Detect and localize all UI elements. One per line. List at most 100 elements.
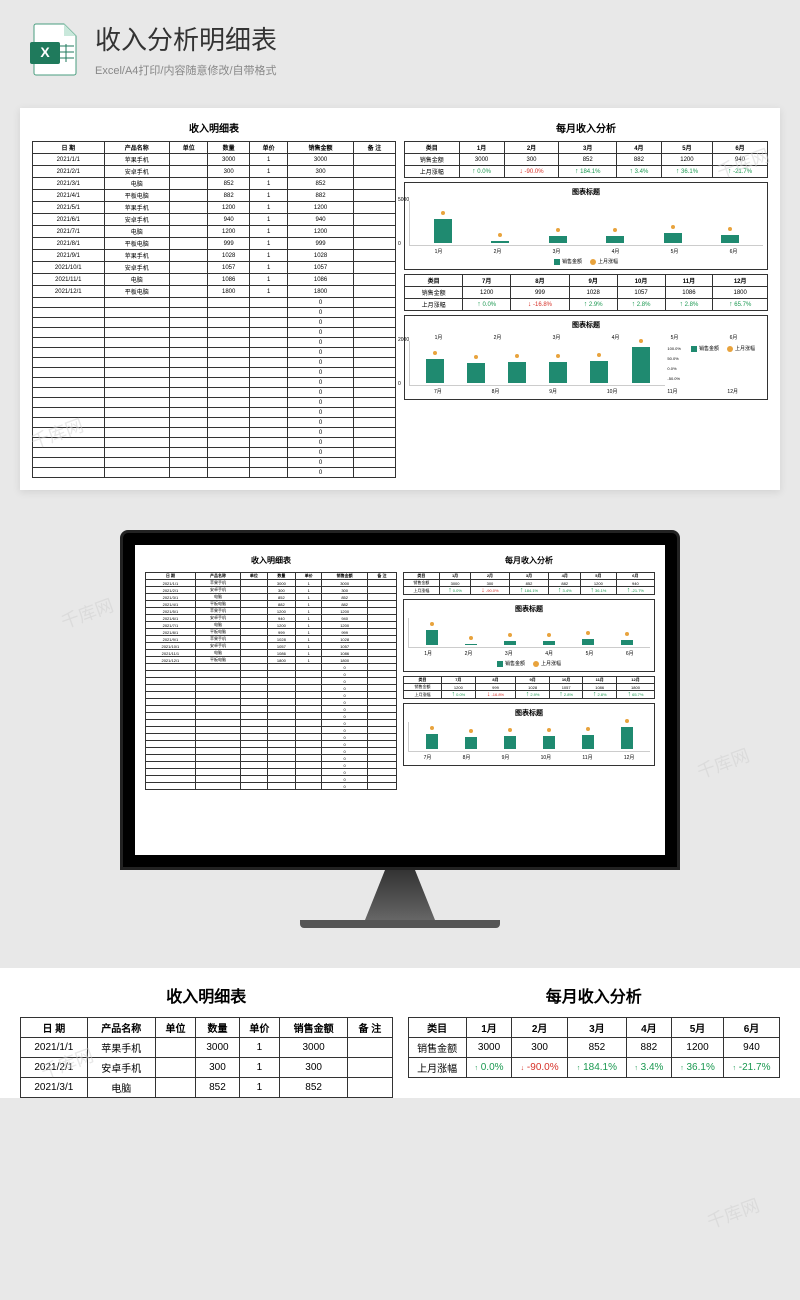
- column-header: 备 注: [348, 1018, 392, 1038]
- row-label: 上月涨幅: [404, 587, 440, 595]
- preview-top: 收入明细表 日 期产品名称单位数量单价销售金额备 注2021/1/1苹果手机30…: [20, 108, 780, 490]
- cell: 940: [713, 154, 768, 166]
- row-label: 上月涨幅: [408, 1058, 466, 1078]
- column-header: 4月: [549, 573, 581, 580]
- table-row: 0: [146, 748, 397, 755]
- cell: ↑ 184.1%: [559, 166, 616, 178]
- cell: ↑ -21.7%: [724, 1058, 780, 1078]
- column-header: 11月: [665, 275, 713, 287]
- column-header: 类目: [404, 677, 442, 684]
- cell: 852: [559, 154, 616, 166]
- column-header: 产品名称: [104, 142, 170, 154]
- column-header: 6月: [616, 573, 654, 580]
- chart-dot: [547, 728, 551, 732]
- table-row: 0: [33, 338, 396, 348]
- detail-table: 日 期产品名称单位数量单价销售金额备 注2021/1/1苹果手机30001300…: [20, 1017, 393, 1098]
- chart-label: 3月: [553, 334, 561, 341]
- chart-label: 1月: [435, 334, 443, 341]
- axis-label: 100.0%: [667, 346, 681, 351]
- column-header: 单位: [241, 573, 267, 580]
- chart-bar: [465, 644, 477, 646]
- table-row: 2021/1/1苹果手机300013000: [33, 154, 396, 166]
- cell: ↓ -90.0%: [512, 1058, 568, 1078]
- column-header: 单位: [155, 1018, 195, 1038]
- cell: 3000: [459, 154, 504, 166]
- chart-dot: [556, 354, 560, 358]
- column-header: 单价: [249, 142, 287, 154]
- table-row: 2021/2/1安卓手机3001300: [33, 166, 396, 178]
- column-header: 类目: [405, 142, 460, 154]
- table-row: 0: [33, 398, 396, 408]
- cell: ↑ -21.7%: [616, 587, 654, 595]
- cell: 1200: [581, 580, 617, 587]
- chart-bar: [434, 219, 452, 243]
- table-row: 2021/3/1电脑8521852: [33, 178, 396, 190]
- table-row: 0: [33, 388, 396, 398]
- chart-dot: [597, 353, 601, 357]
- cell: 1057: [549, 684, 583, 691]
- table-row: 0: [33, 318, 396, 328]
- chart-dot: [671, 225, 675, 229]
- table-row: 0: [146, 727, 397, 734]
- cell: ↑ 2.8%: [583, 691, 617, 699]
- legend-bar: 销售金额: [505, 661, 525, 667]
- column-header: 单位: [170, 142, 208, 154]
- chart-label: 11月: [667, 388, 677, 395]
- table-row: 2021/2/1安卓手机3001300: [21, 1058, 393, 1078]
- chart-bar: [504, 736, 516, 749]
- column-header: 日 期: [33, 142, 105, 154]
- chart-label: 4月: [612, 334, 620, 341]
- column-header: 3月: [559, 142, 616, 154]
- chart-bar: [621, 640, 633, 645]
- analysis-title: 每月收入分析: [403, 555, 655, 566]
- table-row: 0: [146, 755, 397, 762]
- row-label: 上月涨幅: [404, 691, 442, 699]
- table-row: 0: [33, 378, 396, 388]
- chart-label: 4月: [612, 248, 620, 255]
- legend-dot: 上月涨幅: [541, 661, 561, 667]
- legend-bar: 销售金额: [562, 259, 582, 265]
- page-subtitle: Excel/A4打印/内容随意修改/自带格式: [95, 62, 277, 78]
- chart-dot: [441, 211, 445, 215]
- chart-dot: [430, 622, 434, 626]
- chart-bar: [491, 241, 509, 243]
- preview-bottom-crop: 收入明细表 日 期产品名称单位数量单价销售金额备 注2021/1/1苹果手机30…: [0, 968, 800, 1098]
- column-header: 日 期: [146, 573, 196, 580]
- chart-bar: [582, 735, 594, 749]
- table-row: 0: [33, 328, 396, 338]
- cell: 1200: [442, 684, 476, 691]
- legend-dot: 上月涨幅: [735, 346, 755, 352]
- cell: 1800: [713, 287, 768, 299]
- chart-bar: [426, 359, 444, 383]
- chart-dot: [639, 339, 643, 343]
- row-label: 上月涨幅: [405, 166, 460, 178]
- cell: 300: [512, 1038, 568, 1058]
- table-row: 2021/12/1平板电脑180011800: [146, 657, 397, 664]
- cell: ↑ 0.0%: [463, 299, 511, 311]
- chart-title: 图表标题: [408, 708, 650, 718]
- chart-bar: [549, 362, 567, 383]
- cell: ↑ 3.4%: [626, 1058, 671, 1078]
- analysis-title: 每月收入分析: [408, 983, 781, 1007]
- legend-bar: 销售金额: [699, 346, 719, 352]
- cell: ↓ -16.8%: [475, 691, 516, 699]
- cell: ↓ -90.0%: [504, 166, 559, 178]
- table-row: 2021/7/1电脑120011200: [146, 622, 397, 629]
- cell: ↑ 2.9%: [569, 299, 617, 311]
- analysis-table-1: 类目1月2月3月4月5月6月销售金额30003008528821200940上月…: [403, 572, 655, 595]
- cell: 882: [549, 580, 581, 587]
- table-row: 0: [33, 418, 396, 428]
- chart-dot: [556, 228, 560, 232]
- table-row: 2021/1/1苹果手机300013000: [146, 580, 397, 587]
- chart-dot: [515, 354, 519, 358]
- row-label: 销售金额: [408, 1038, 466, 1058]
- column-header: 11月: [583, 677, 617, 684]
- chart-label: 6月: [730, 248, 738, 255]
- column-header: 9月: [569, 275, 617, 287]
- chart-label: 7月: [424, 754, 432, 761]
- chart-bar: [721, 235, 739, 243]
- column-header: 数量: [208, 142, 249, 154]
- column-header: 4月: [616, 142, 661, 154]
- table-row: 0: [146, 706, 397, 713]
- column-header: 类目: [405, 275, 463, 287]
